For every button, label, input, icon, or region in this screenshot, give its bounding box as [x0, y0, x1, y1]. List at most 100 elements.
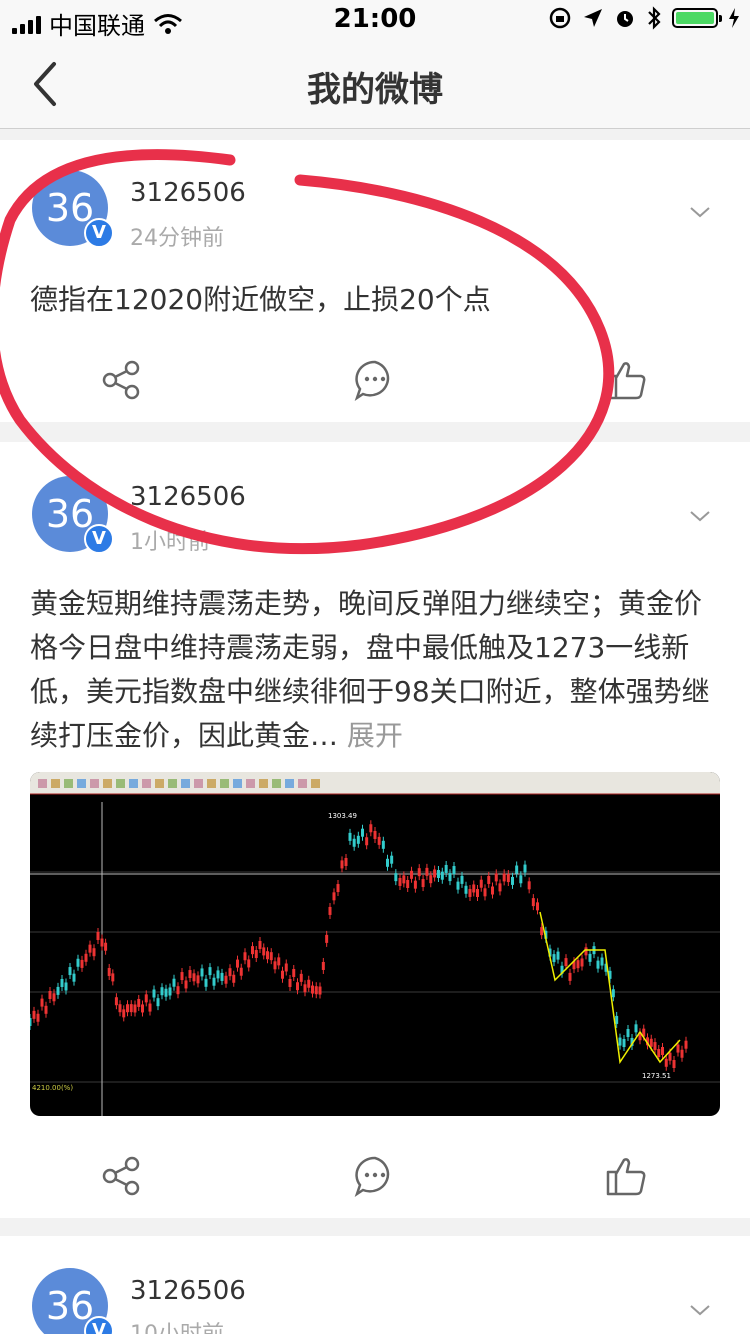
candle-body: [588, 953, 592, 962]
candle-body: [527, 881, 531, 890]
chevron-down-icon[interactable]: [688, 1298, 712, 1322]
toolbar-button-icon: [220, 779, 229, 788]
candle-body: [536, 902, 539, 911]
candle-body: [156, 998, 160, 1007]
candle-body: [440, 871, 444, 880]
toolbar-button-icon: [233, 779, 242, 788]
candle-body: [340, 860, 344, 869]
candle-body: [129, 1004, 133, 1013]
candle-body: [634, 1024, 638, 1033]
candle-body: [152, 989, 156, 998]
candle-body: [352, 838, 356, 847]
candle-body: [80, 959, 84, 968]
share-icon[interactable]: [100, 1154, 144, 1198]
candle-body: [476, 889, 479, 898]
candle-body: [406, 880, 410, 889]
comment-icon[interactable]: [353, 358, 397, 402]
comment-icon[interactable]: [353, 1154, 397, 1198]
candle-body: [220, 972, 224, 981]
candle-body: [288, 978, 292, 987]
expand-link[interactable]: 展开: [347, 719, 403, 752]
trend-zigzag: [539, 911, 681, 1065]
candle-body: [502, 873, 506, 882]
candle-body: [649, 1038, 653, 1047]
candle-body: [307, 979, 311, 988]
post-actions: [0, 1154, 750, 1214]
candle-body: [196, 975, 200, 984]
candle-body: [680, 1049, 684, 1058]
toolbar-button-icon: [181, 779, 190, 788]
candle-body: [281, 970, 284, 979]
candle-body: [133, 1004, 137, 1013]
chevron-down-icon[interactable]: [688, 200, 712, 224]
candle-body: [421, 879, 425, 888]
candle-body: [540, 927, 544, 936]
charging-icon: [729, 8, 739, 28]
toolbar-button-icon: [311, 779, 320, 788]
username[interactable]: 3126506: [130, 482, 246, 512]
post-actions: [0, 358, 750, 418]
candle-body: [114, 997, 118, 1006]
candle-body: [615, 1015, 619, 1024]
post-time: 1小时前: [130, 530, 210, 555]
gold-price-chart-image: 1303.49 1273.51 4210.00(%): [30, 772, 720, 1116]
candle-body: [160, 987, 164, 996]
candle-body: [348, 832, 352, 841]
candle-body: [390, 855, 394, 864]
candle-body: [483, 888, 487, 897]
candle-body: [212, 977, 216, 986]
candle-body: [556, 951, 560, 960]
toolbar-button-icon: [285, 779, 294, 788]
candle-body: [118, 1004, 122, 1013]
candle-body: [668, 1052, 672, 1061]
toolbar-button-icon: [194, 779, 203, 788]
candle-body: [111, 973, 115, 982]
candle-body: [611, 989, 615, 998]
status-right: [548, 6, 740, 30]
candle-body: [361, 828, 364, 837]
candle-body: [32, 1010, 36, 1019]
candle-body: [266, 951, 269, 960]
chevron-down-icon[interactable]: [688, 504, 712, 528]
like-icon[interactable]: [604, 358, 648, 402]
share-icon[interactable]: [100, 358, 144, 402]
post-card: 36 V 3126506 24分钟前 德指在12020附近做空，止损20个点: [0, 140, 750, 422]
avatar[interactable]: 36 V: [32, 170, 114, 248]
candle-body: [184, 980, 188, 989]
candle-body: [684, 1040, 688, 1049]
candle-body: [314, 986, 318, 995]
candle-body: [104, 942, 108, 951]
candle-body: [164, 988, 168, 997]
avatar[interactable]: 36 V: [32, 1268, 114, 1334]
candle-body: [30, 1018, 32, 1026]
candle-body: [284, 963, 288, 972]
candle-body: [303, 984, 307, 993]
candle-body: [107, 967, 111, 976]
toolbar-button-icon: [207, 779, 216, 788]
toolbar-button-icon: [142, 779, 151, 788]
candle-body: [258, 940, 262, 949]
page-title: 我的微博: [307, 70, 443, 110]
username[interactable]: 3126506: [130, 178, 246, 208]
candle-body: [381, 840, 385, 849]
candle-body: [172, 978, 176, 987]
candle-body: [377, 836, 381, 845]
post-image[interactable]: 1303.49 1273.51 4210.00(%): [30, 772, 720, 1116]
candle-body: [448, 873, 452, 882]
candle-body: [373, 830, 377, 839]
candle-body: [88, 944, 92, 953]
candle-body: [328, 906, 332, 915]
candle-body: [600, 957, 604, 966]
avatar[interactable]: 36 V: [32, 476, 114, 554]
candle-body: [236, 959, 239, 968]
candle-body: [672, 1059, 676, 1068]
candle-body: [76, 958, 80, 967]
candle-body: [498, 883, 502, 892]
high-price-label: 1303.49: [328, 812, 357, 820]
candle-body: [325, 934, 329, 943]
like-icon[interactable]: [604, 1154, 648, 1198]
candle-body: [618, 1037, 622, 1046]
candle-body: [531, 898, 535, 907]
username[interactable]: 3126506: [130, 1276, 246, 1306]
candle-body: [269, 952, 273, 961]
